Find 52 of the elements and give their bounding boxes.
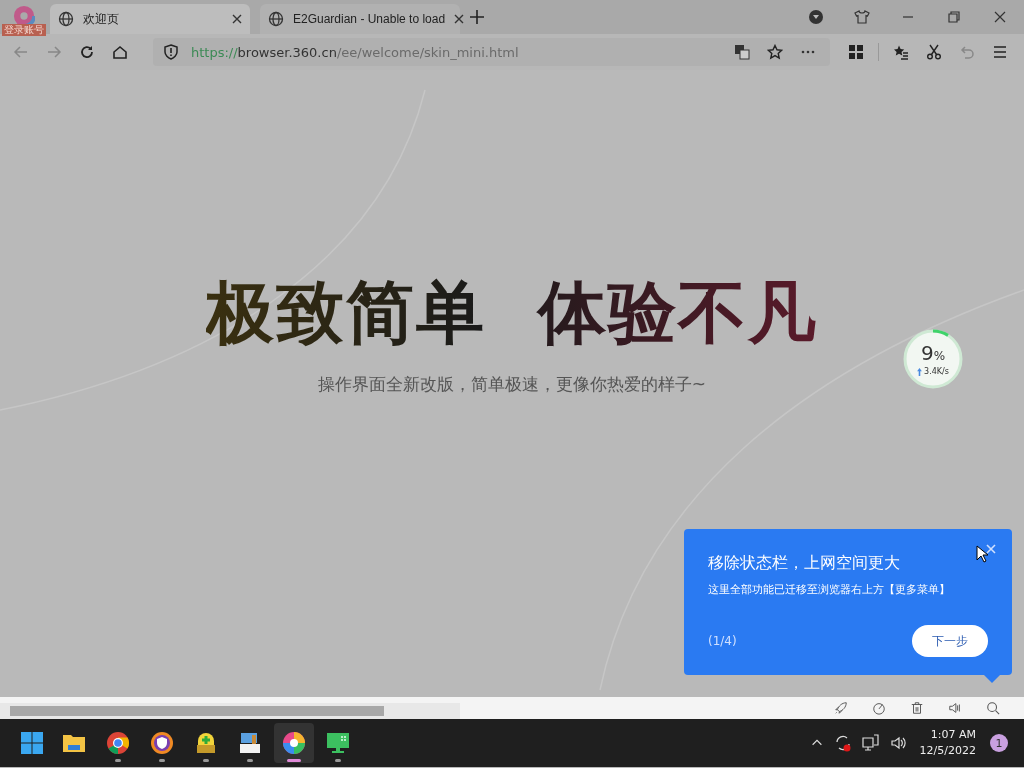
speaker-icon[interactable] [948,701,962,715]
sync-icon[interactable] [833,734,852,752]
speedometer-icon[interactable] [872,701,886,715]
notification-badge[interactable]: 1 [990,734,1008,752]
chrome-icon [106,731,130,755]
favorites-icon[interactable] [893,44,909,60]
home-icon[interactable] [112,44,128,60]
taskbar-app[interactable] [274,723,314,763]
upload-arrow-icon [917,367,923,376]
upload-rate: 3.4K/s [924,367,949,376]
close-window-icon[interactable] [992,9,1008,25]
restore-icon[interactable] [946,9,962,25]
shield-app-icon [150,731,174,755]
search-icon[interactable] [986,701,1000,715]
download-icon[interactable] [808,9,824,25]
url-text: https://browser.360.cn/ee/welcome/skin_mini.html [191,44,519,60]
network-icon[interactable] [861,734,880,752]
browser-logo-icon [282,731,306,755]
popup-title: 移除状态栏，上网空间更大 [708,553,900,574]
clock-date[interactable]: 12/5/2022 [919,743,976,759]
monitor-icon [326,731,350,755]
close-icon[interactable] [454,14,465,24]
scissors-icon[interactable] [926,44,942,60]
browser-tab[interactable]: 欢迎页 [50,4,250,34]
new-tab-icon[interactable] [470,10,484,24]
apps-icon[interactable] [848,44,864,60]
address-bar[interactable]: https://browser.360.cn/ee/welcome/skin_mini.html [153,38,830,66]
reload-icon[interactable] [79,44,95,60]
rocket-icon[interactable] [834,701,848,715]
globe-icon [58,11,74,27]
volume-icon[interactable] [889,734,908,752]
shirt-icon[interactable] [854,9,870,25]
box-icon [238,731,262,755]
shield-icon[interactable] [163,44,179,60]
trash-icon[interactable] [910,701,924,715]
step-counter: (1/4) [708,634,737,648]
next-button[interactable]: 下一步 [912,625,988,657]
globe-icon [268,11,284,27]
cursor-icon [976,545,988,563]
close-icon[interactable] [232,14,242,24]
scrollbar-thumb[interactable] [10,706,384,716]
start-icon[interactable] [20,731,44,755]
menu-icon[interactable] [992,44,1008,60]
subtitle: 操作界面全新改版，简单极速，更像你热爱的样子~ [316,373,708,396]
popup-text: 这里全部功能已迁移至浏览器右上方【更多菜单】 [708,582,951,597]
star-icon[interactable] [767,44,783,60]
percent-text: 9% [920,342,946,367]
translate-icon[interactable] [734,44,750,60]
horizontal-scrollbar[interactable] [0,703,460,719]
installer-icon [194,731,218,755]
speed-widget[interactable]: 9% 3.4K/s [901,327,965,391]
clock-time[interactable]: 1:07 AM [930,727,976,743]
